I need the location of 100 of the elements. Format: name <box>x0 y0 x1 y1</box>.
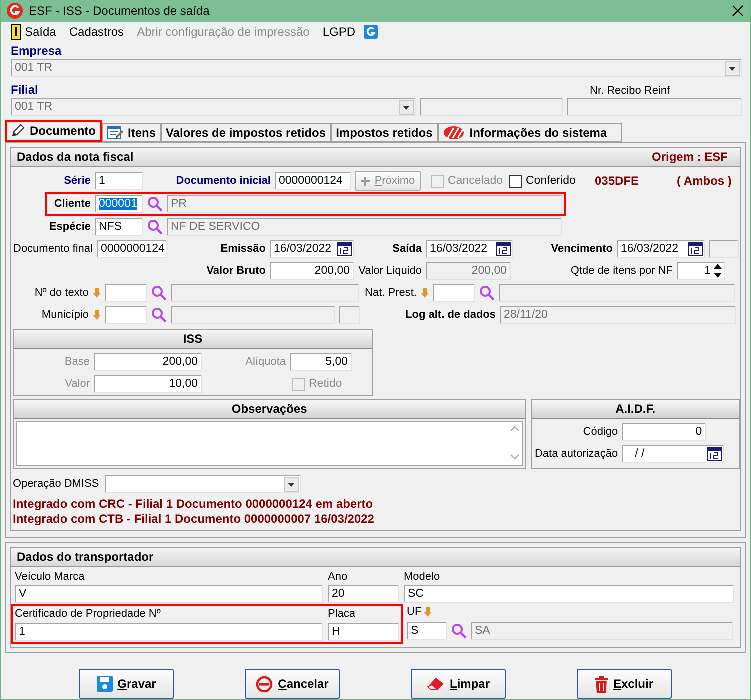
action-button[interactable]: Excluir <box>577 669 672 699</box>
close-icon[interactable] <box>732 5 744 17</box>
no-entry-icon <box>256 676 274 692</box>
field-label: UF <box>407 606 422 618</box>
app-logo-icon <box>7 3 23 19</box>
combo-box[interactable]: 001 TR <box>11 98 416 116</box>
action-button[interactable]: Gravar <box>79 669 174 699</box>
text-field[interactable]: 000001 <box>95 195 143 213</box>
document-code: 035DFE <box>595 174 640 188</box>
date-field[interactable]: / / <box>622 445 724 463</box>
text-field[interactable] <box>499 284 735 302</box>
field-label: Código <box>582 426 618 438</box>
section-title: Dados do transportador <box>17 550 154 564</box>
field-label: Vencimento <box>550 243 613 255</box>
field-label: Nat. Prest. <box>364 287 417 299</box>
status-message: Integrado com CTB - Filial 1 Documento 0000000007 16/03/2022 <box>13 512 376 526</box>
text-field[interactable]: SA <box>471 622 733 640</box>
group-header: A.I.D.F. <box>532 400 739 419</box>
combo-box[interactable]: 001 TR <box>11 59 742 77</box>
search-icon[interactable] <box>147 219 163 235</box>
field-label: Operação DMISS <box>13 478 100 490</box>
field-label: Espécie <box>48 221 91 233</box>
text-field[interactable] <box>339 306 360 324</box>
text-field[interactable]: PR <box>167 195 562 213</box>
tab[interactable]: Valores de impostos retidos <box>161 123 332 142</box>
date-field[interactable]: 16/03/2022 <box>617 240 705 258</box>
field-label: Documento final <box>12 243 93 255</box>
calendar-icon[interactable] <box>337 242 352 256</box>
text-field[interactable] <box>709 240 739 258</box>
field-label: Valor <box>64 378 90 390</box>
field-label: Saída <box>392 243 422 255</box>
action-button[interactable]: Cancelar <box>245 669 340 699</box>
pencil-icon <box>11 124 25 138</box>
text-field[interactable] <box>567 98 742 116</box>
text-field[interactable]: 1 <box>95 172 143 190</box>
text-field[interactable] <box>433 284 475 302</box>
search-icon[interactable] <box>147 196 163 212</box>
field-label: Ano <box>328 571 349 583</box>
field-label: Base <box>64 356 90 368</box>
origin-label: Origem : ESF <box>652 150 728 164</box>
tab[interactable]: Itens <box>102 123 162 142</box>
logo-icon <box>442 126 465 140</box>
calendar-icon[interactable] <box>688 242 703 256</box>
text-field[interactable]: 0000000124 <box>97 240 167 258</box>
field-label: Valor Bruto <box>206 265 266 277</box>
text-field[interactable]: S <box>407 622 447 640</box>
checkbox[interactable]: Conferido <box>509 174 579 188</box>
trash-icon <box>595 676 608 692</box>
action-button[interactable]: Limpar <box>411 669 506 699</box>
field-label: Valor Liquido <box>358 265 422 277</box>
text-field[interactable] <box>420 98 563 116</box>
form-icon <box>107 126 123 140</box>
eraser-icon <box>426 677 445 691</box>
menu-item[interactable]: Cadastros <box>64 23 130 41</box>
calendar-icon[interactable] <box>496 242 511 256</box>
field-label: Documento inicial <box>175 175 271 187</box>
text-field[interactable]: V <box>15 585 323 603</box>
status-message: Integrado com CRC - Filial 1 Documento 0000000124 em aberto <box>13 497 374 511</box>
field-label: Empresa <box>11 44 63 58</box>
tab[interactable]: Informações do sistema <box>438 123 622 142</box>
text-field[interactable]: NF DE SERVICO <box>167 218 562 236</box>
text-field[interactable]: 0000000124 <box>275 172 351 190</box>
field-label: Município <box>40 309 89 321</box>
text-field[interactable]: 20 <box>328 585 399 603</box>
tab[interactable]: Impostos retidos <box>331 123 438 142</box>
plus-icon <box>360 176 370 186</box>
menu-item[interactable]: LGPD <box>318 23 361 41</box>
text-field[interactable] <box>105 284 147 302</box>
field-label: Nº do texto <box>34 287 89 299</box>
field-label: Veículo Marca <box>15 571 86 583</box>
text-field[interactable]: 1 <box>15 623 323 641</box>
section-title: Dados da nota fiscal <box>17 150 134 164</box>
field-label: Cliente <box>53 198 91 210</box>
tab[interactable]: Documento <box>5 120 102 142</box>
text-field[interactable]: 28/11/20 <box>500 306 736 324</box>
text-field[interactable]: NFS <box>95 218 143 236</box>
text-area[interactable] <box>16 420 524 466</box>
field-label: Qtde de itens por NF <box>570 265 673 277</box>
text-field[interactable] <box>171 284 359 302</box>
down-arrow-icon <box>93 310 101 320</box>
field-label: Modelo <box>404 571 440 583</box>
date-field[interactable]: 16/03/2022 <box>270 240 354 258</box>
text-field[interactable]: SC <box>404 585 734 603</box>
group-header: ISS <box>14 330 372 349</box>
text-field[interactable]: H <box>328 623 399 641</box>
text-field[interactable] <box>171 306 335 324</box>
date-field[interactable]: 16/03/2022 <box>426 240 513 258</box>
search-icon[interactable] <box>151 307 167 323</box>
menu-item[interactable]: Saída <box>6 22 62 42</box>
search-icon[interactable] <box>151 285 167 301</box>
help-logo-icon[interactable] <box>364 25 378 39</box>
text-field[interactable] <box>105 306 147 324</box>
calendar-icon[interactable] <box>707 447 722 461</box>
search-icon[interactable] <box>479 285 495 301</box>
spin-field[interactable]: 1 <box>677 262 725 280</box>
spinner-arrows-icon[interactable] <box>713 263 723 279</box>
text-field[interactable]: 200,00 <box>426 262 511 280</box>
text-field[interactable]: 0 <box>622 423 706 441</box>
search-icon[interactable] <box>451 623 467 639</box>
text-field[interactable]: 200,00 <box>270 262 354 280</box>
